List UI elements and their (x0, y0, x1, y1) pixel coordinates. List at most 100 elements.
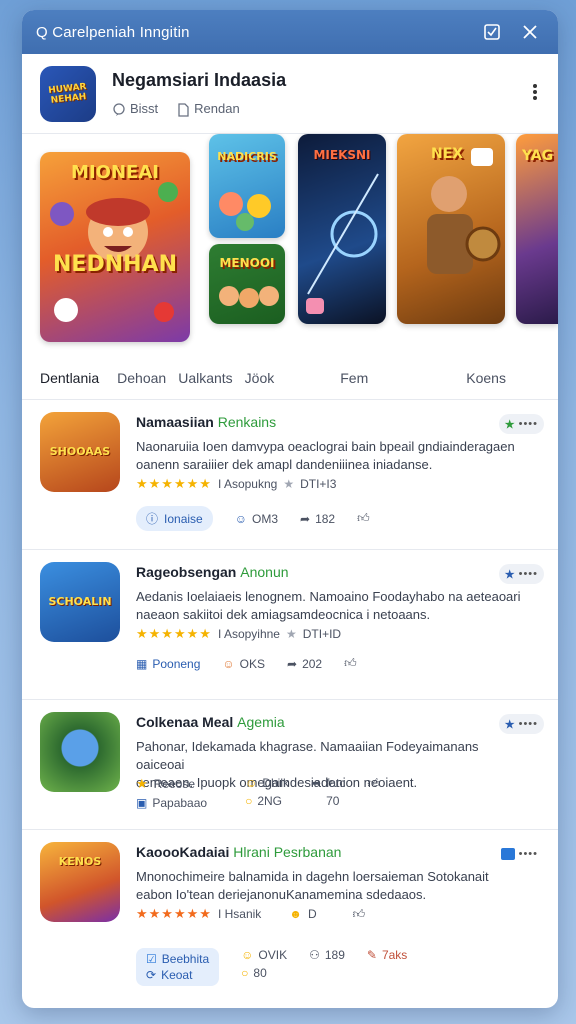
item-options-badge[interactable]: ★ •••• (498, 414, 544, 434)
share-button[interactable]: ➦ 202 (287, 657, 322, 671)
item-options-badge[interactable]: •••• (495, 844, 544, 864)
share-counts: fatc 70 (326, 776, 345, 808)
list-item[interactable]: SHOOAAS Namaasiian Renkains ★ •••• Naonar… (22, 400, 558, 550)
meta-item-1[interactable]: Bisst (112, 101, 158, 117)
featured-card-3[interactable]: MENOOI (209, 244, 285, 324)
featured-card-2[interactable]: NADICRIS (209, 134, 285, 238)
item-options-badge[interactable]: ★ •••• (498, 714, 544, 734)
rating-label: I Asopyihne (217, 627, 280, 641)
trend-icon: ★ (504, 718, 515, 731)
warrior-character-icon (427, 148, 501, 274)
review-link[interactable]: ★ Reeose (136, 776, 207, 792)
status-label-1: Beebhita (161, 952, 210, 966)
reaction-secondary[interactable]: ○ 80 (241, 966, 287, 980)
item-desc-line2: eabon Io'tean deriejanonuKanamemina sded… (136, 887, 427, 902)
tab-3[interactable]: Ualkants (178, 370, 232, 386)
app-window: Q Carelpeniah Inngitin HUWAR NEHAH Negam… (22, 10, 558, 1008)
window-titlebar: Q Carelpeniah Inngitin (22, 10, 558, 54)
list-item[interactable]: SCHOALIN Rageobsengan Anonun ★ •••• Aedan… (22, 550, 558, 700)
thumb-icon: 👍︎ (367, 776, 380, 790)
tab-6[interactable]: Koens (466, 370, 506, 386)
status-pill[interactable]: ☑ Beebhita ⟳ Keoat (136, 948, 220, 986)
game-icon-text: SCHOALIN (48, 595, 112, 608)
featured-card-5[interactable]: NEX (397, 134, 505, 324)
people-icon: ☺ (234, 511, 247, 526)
app-name: Negamsiari Indaasia (112, 70, 287, 91)
like-button[interactable]: 👍︎ (344, 656, 357, 671)
featured-card-6-title: YAG (522, 148, 554, 164)
pooneng-button[interactable]: ▦ Pooneng (136, 657, 200, 671)
game-icon[interactable]: KENOS (40, 842, 120, 922)
list-item[interactable]: Colkenaa Meal Agemia ★ •••• Pahonar, Idek… (22, 700, 558, 830)
item-actions: ★ Reeose ▣ Papabaao ☺ Dhilk ○ 2NG ➦ fatc 70 … (136, 776, 380, 810)
refresh-item: ⟳ Keoat (146, 968, 192, 982)
thumb-icon: 👍︎ (357, 511, 370, 525)
reaction-group[interactable]: ☺ OVIK ○ 80 (241, 948, 287, 980)
tab-2[interactable]: Dehoan (117, 370, 166, 386)
reaction-button[interactable]: ☺ OVIK (241, 948, 287, 962)
rating-label: I Asopukng (217, 477, 278, 491)
smile-icon: ☺ (245, 776, 258, 790)
thumb-icon: 👍︎ (344, 656, 357, 670)
item-actions: ⓘ Ionaise ☺ OM3 ➦ 182 👍︎ (136, 506, 370, 531)
game-icon[interactable]: SCHOALIN (40, 562, 120, 642)
item-rating: ★★★★★★ I Hsanik ☻ D 👍︎ (136, 906, 365, 922)
cartoon-hero-icon (50, 182, 178, 322)
cartoon-characters-icon (219, 192, 271, 231)
game-icon-text: KENOS (58, 855, 102, 868)
share-button[interactable]: ➦ 182 (300, 512, 335, 526)
share-button[interactable]: ➦ fatc 70 (311, 776, 345, 808)
rating-value: DTI+I3 (300, 477, 337, 491)
thumb-icon[interactable]: 👍︎ (353, 907, 366, 922)
install-button[interactable]: ⓘ Ionaise (136, 506, 213, 531)
item-rating: ★★★★★★ I Asopyihne ★ DTI+ID (136, 626, 341, 642)
reaction-button[interactable]: ☺ OKS (222, 657, 265, 671)
meta-item-2[interactable]: Rendan (176, 101, 240, 117)
reaction-button[interactable]: ☺ Dhilk (245, 776, 289, 790)
app-meta: Negamsiari Indaasia Bisst Rendan (112, 70, 540, 117)
category-link[interactable]: ▣ Papabaao (136, 796, 207, 810)
tab-4[interactable]: Jöok (245, 370, 275, 386)
rating-label: I Hsanik (217, 907, 262, 921)
more-options-icon[interactable] (530, 82, 540, 106)
featured-card-6[interactable]: YAG (516, 134, 558, 324)
tab-5[interactable]: Fem (340, 370, 368, 386)
like-button[interactable]: 👍︎ (357, 511, 370, 526)
tag-button[interactable]: ✎ 7aks (367, 948, 407, 962)
item-title: KaoooKadaiai Hlrani Pesrbanan (136, 844, 341, 860)
like-button[interactable]: 👍︎ (367, 776, 380, 791)
star-icon: ★ (285, 627, 297, 641)
checkbox-icon[interactable] (478, 18, 506, 46)
game-icon-text: SHOOAAS (49, 445, 111, 458)
item-title-highlight: Hlrani Pesrbanan (233, 844, 342, 860)
reaction-group[interactable]: ☺ Dhilk ○ 2NG (245, 776, 289, 808)
meta-label-1: Bisst (130, 101, 159, 117)
reaction-count-2: 80 (253, 966, 267, 980)
install-label: Ionaise (164, 511, 203, 526)
star-rating-icon: ★★★★★★ (136, 906, 212, 921)
item-description: Aedanis Ioelaiaeis lenognem. Namoaino Fo… (136, 588, 526, 624)
item-options-badge[interactable]: ★ •••• (498, 564, 544, 584)
category-tabs: Dentlania Dehoan Ualkants Jöok Fem Koens (22, 356, 558, 400)
users-button[interactable]: ⚇ 189 (309, 948, 345, 962)
flag-icon (500, 848, 515, 860)
refresh-icon: ⟳ (146, 968, 157, 982)
tag-icon: ✎ (366, 948, 377, 962)
featured-card-4[interactable]: MIEKSNI (298, 134, 386, 324)
close-icon[interactable] (516, 18, 544, 46)
app-logo[interactable]: HUWAR NEHAH (40, 65, 96, 122)
info-circle-icon: ⓘ (146, 512, 159, 526)
featured-card-1[interactable]: MIONEAI NEDNHAN (40, 152, 190, 342)
more-dots-icon: •••• (518, 418, 538, 430)
game-icon[interactable] (40, 712, 120, 792)
game-icon[interactable]: SHOOAAS (40, 412, 120, 492)
list-item[interactable]: KENOS KaoooKadaiai Hlrani Pesrbanan ••••… (22, 830, 558, 1008)
tab-1[interactable]: Dentlania (40, 370, 99, 386)
pooneng-label: Pooneng (152, 656, 201, 671)
more-dots-icon: •••• (518, 848, 538, 860)
more-dots-icon: •••• (518, 568, 538, 580)
item-title: Colkenaa Meal Agemia (136, 714, 285, 730)
item-actions: ▦ Pooneng ☺ OKS ➦ 202 👍︎ (136, 656, 357, 671)
reaction-button[interactable]: ☺ OM3 (235, 512, 278, 526)
reaction-secondary[interactable]: ○ 2NG (245, 794, 289, 808)
